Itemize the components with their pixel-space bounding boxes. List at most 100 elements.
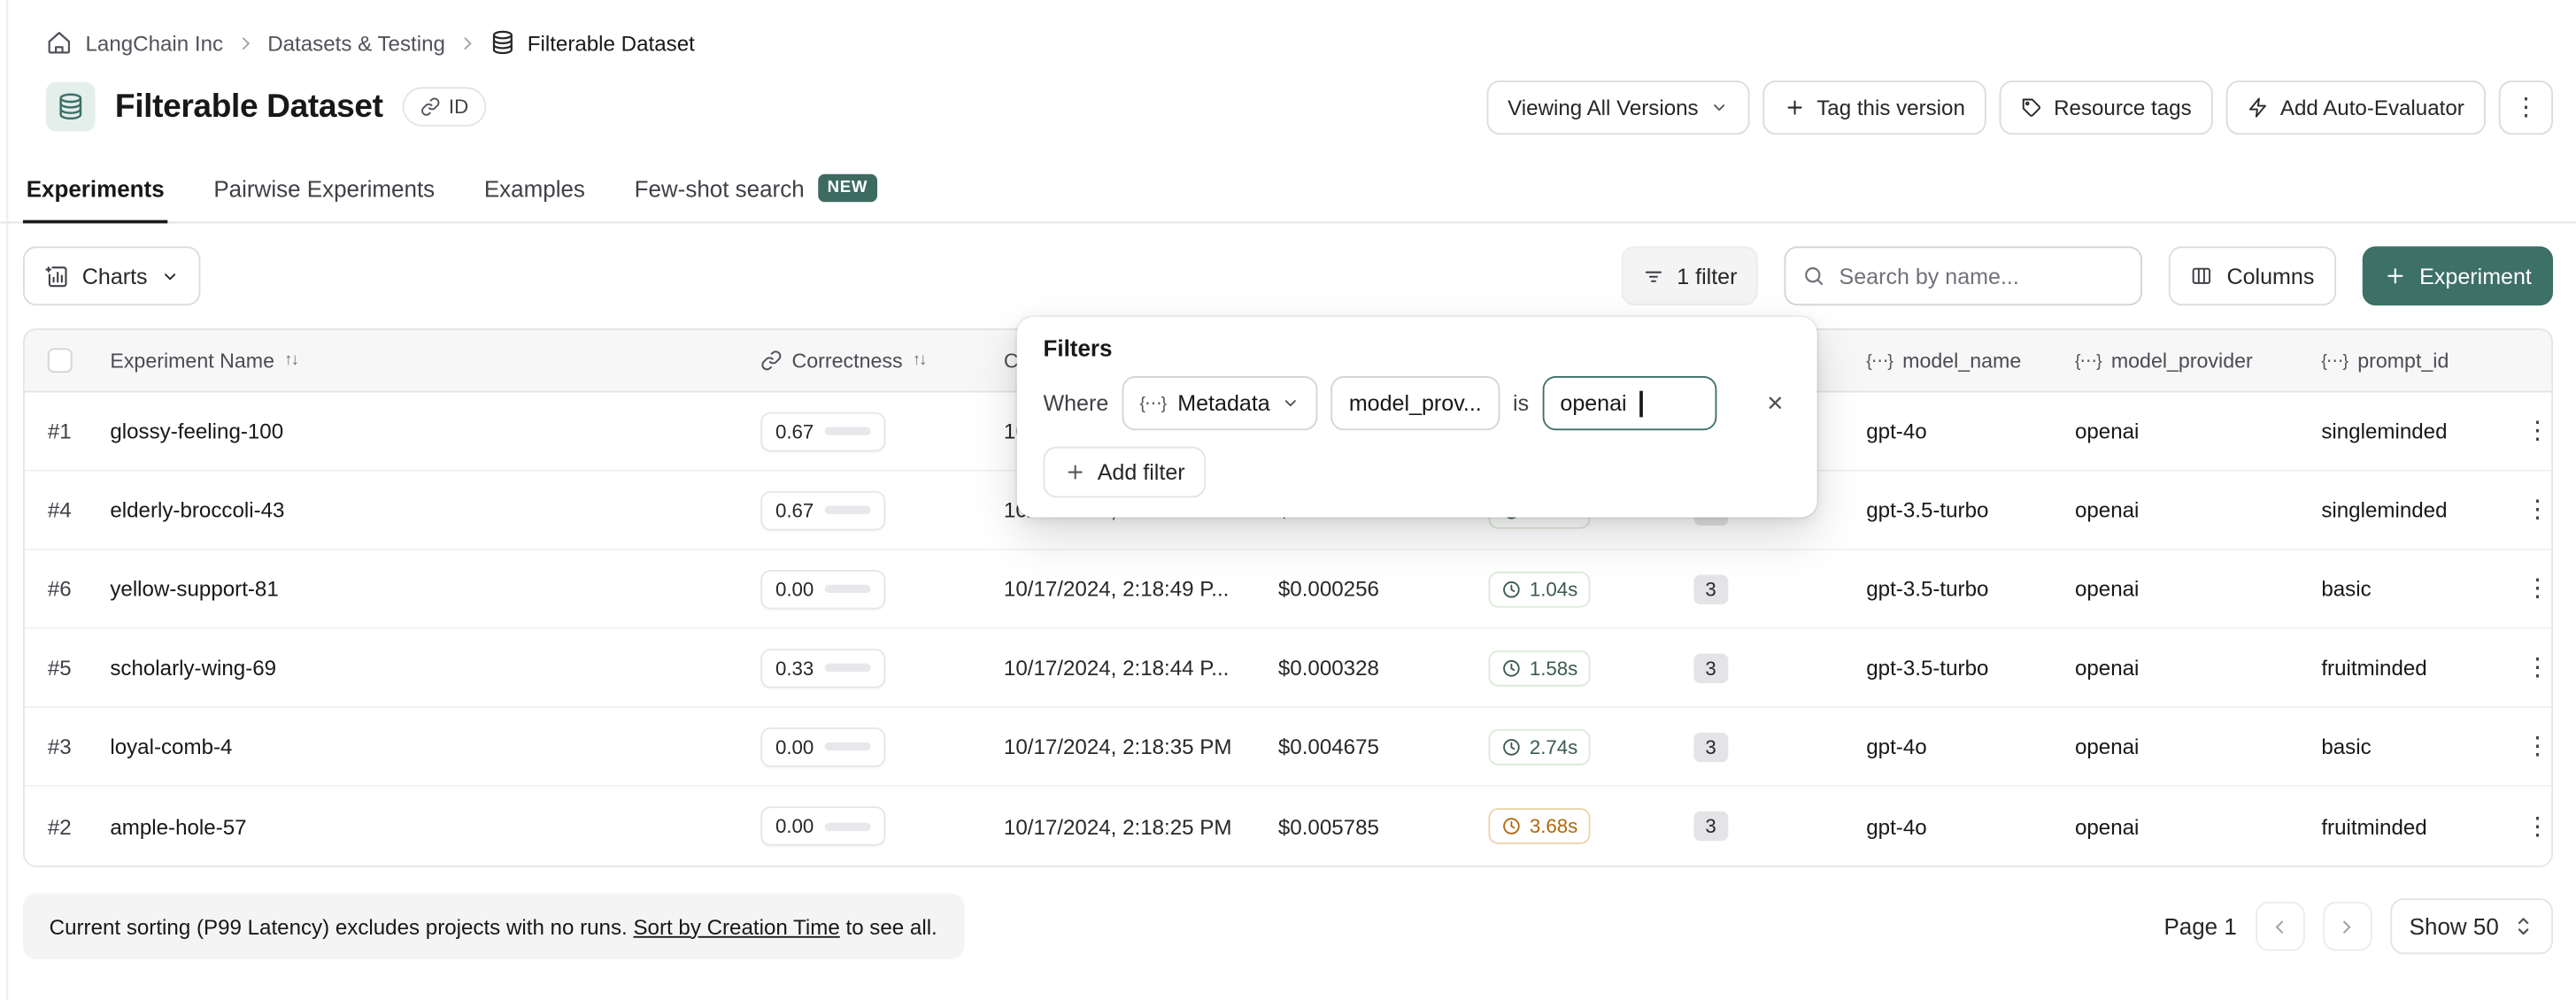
tab-pairwise-experiments[interactable]: Pairwise Experiments [211, 165, 438, 223]
chevron-right-icon [459, 34, 476, 51]
breadcrumb-section[interactable]: Datasets & Testing [267, 30, 445, 55]
tab-experiments[interactable]: Experiments [23, 165, 167, 223]
prompt-id-cell: singleminded [2321, 497, 2525, 522]
filters-popup-title: Filters [1043, 335, 1790, 362]
filters-popup: Filters Where {⋯} Metadata model_prov...… [1017, 317, 1817, 517]
stepper-icon [2513, 915, 2533, 938]
row-menu-button[interactable]: ⋮ [2525, 655, 2551, 680]
toolbar: Charts 1 filter Search by name... Column… [23, 246, 2553, 305]
clock-icon [1501, 579, 1521, 598]
tab-fewshot-search[interactable]: Few-shot search NEW [631, 165, 881, 224]
filter-lines-icon [1642, 265, 1663, 287]
breadcrumb-org[interactable]: LangChain Inc [86, 30, 224, 55]
model-provider-cell: openai [2075, 576, 2321, 601]
table-row[interactable]: #6 yellow-support-81 0.00 10/17/2024, 2:… [25, 550, 2551, 629]
row-menu-button[interactable]: ⋮ [2525, 576, 2551, 601]
row-menu-button[interactable]: ⋮ [2525, 814, 2551, 839]
filter-field-select[interactable]: {⋯} Metadata [1122, 376, 1317, 430]
experiment-name[interactable]: loyal-comb-4 [110, 735, 760, 759]
metadata-braces-icon: {⋯} [2075, 350, 2102, 370]
model-name-cell: gpt-4o [1866, 814, 2075, 839]
filter-button[interactable]: 1 filter [1621, 246, 1758, 305]
add-filter-button[interactable]: Add filter [1043, 447, 1206, 498]
experiment-name[interactable]: yellow-support-81 [110, 576, 760, 601]
correctness-bar [825, 427, 871, 435]
model-name-cell: gpt-3.5-turbo [1866, 497, 2075, 522]
next-page-button[interactable] [2322, 902, 2372, 951]
column-header-correctness[interactable]: Correctness↑↓ [760, 349, 1004, 372]
tag-version-button[interactable]: Tag this version [1762, 80, 1986, 134]
prev-page-button[interactable] [2255, 902, 2304, 951]
chart-icon [44, 264, 69, 288]
column-header-model-provider[interactable]: {⋯}model_provider [2075, 349, 2321, 372]
tab-bar: Experiments Pairwise Experiments Example… [0, 161, 2576, 224]
model-provider-cell: openai [2075, 419, 2321, 443]
charts-button[interactable]: Charts [23, 246, 200, 305]
row-menu-button[interactable]: ⋮ [2525, 419, 2551, 443]
columns-button[interactable]: Columns [2170, 246, 2336, 305]
model-name-cell: gpt-3.5-turbo [1866, 655, 2075, 680]
latency-badge: 3.68s [1488, 808, 1591, 844]
filter-value-input[interactable]: openai [1542, 376, 1716, 430]
sort-by-creation-time-link[interactable]: Sort by Creation Time [633, 914, 839, 939]
start-time: 10/17/2024, 2:18:49 P... [1004, 576, 1278, 601]
run-count-badge: 3 [1693, 812, 1727, 841]
experiment-name[interactable]: elderly-broccoli-43 [110, 497, 760, 522]
resource-tags-button[interactable]: Resource tags [2000, 80, 2213, 134]
remove-filter-button[interactable]: ✕ [1760, 387, 1791, 419]
filter-key-field[interactable]: model_prov... [1330, 376, 1500, 430]
left-divider [6, 0, 8, 1000]
correctness-bar [825, 822, 871, 830]
row-number: #1 [48, 419, 111, 443]
table-row[interactable]: #3 loyal-comb-4 0.00 10/17/2024, 2:18:35… [25, 708, 2551, 787]
chevron-down-icon [1282, 394, 1300, 412]
row-menu-button[interactable]: ⋮ [2525, 497, 2551, 522]
columns-icon [2191, 265, 2214, 288]
operator-label: is [1513, 391, 1529, 416]
metadata-braces-icon: {⋯} [1866, 350, 1893, 370]
latency-badge: 1.58s [1488, 650, 1591, 686]
experiment-name[interactable]: glossy-feeling-100 [110, 419, 760, 443]
total-cost: $0.004675 [1278, 735, 1489, 759]
column-header-prompt-id[interactable]: {⋯}prompt_id [2321, 349, 2525, 372]
column-header-experiment-name[interactable]: Experiment Name↑↓ [110, 349, 760, 372]
correctness-score: 0.67 [760, 412, 886, 451]
correctness-bar [825, 742, 871, 750]
sort-icon[interactable]: ↑↓ [284, 351, 297, 369]
breadcrumb-current[interactable]: Filterable Dataset [490, 29, 695, 56]
table-row[interactable]: #5 scholarly-wing-69 0.33 10/17/2024, 2:… [25, 629, 2551, 708]
tab-examples[interactable]: Examples [481, 165, 589, 223]
prompt-id-cell: singleminded [2321, 419, 2525, 443]
viewing-versions-button[interactable]: Viewing All Versions [1486, 80, 1749, 134]
lightning-icon [2248, 96, 2269, 118]
experiment-name[interactable]: ample-hole-57 [110, 814, 760, 839]
id-badge[interactable]: ID [403, 87, 487, 127]
sort-icon[interactable]: ↑↓ [913, 351, 926, 369]
correctness-bar [825, 585, 871, 593]
correctness-score: 0.00 [760, 569, 886, 609]
search-input[interactable]: Search by name... [1785, 246, 2143, 305]
metadata-braces-icon: {⋯} [2321, 350, 2348, 370]
row-menu-button[interactable]: ⋮ [2525, 735, 2551, 759]
prompt-id-cell: fruitminded [2321, 814, 2525, 839]
latency-badge: 1.04s [1488, 571, 1591, 607]
chevron-down-icon [160, 267, 178, 285]
home-icon[interactable] [46, 29, 73, 56]
total-cost: $0.000328 [1278, 655, 1489, 680]
latency-badge: 2.74s [1488, 728, 1591, 765]
experiment-name[interactable]: scholarly-wing-69 [110, 655, 760, 680]
model-name-cell: gpt-3.5-turbo [1866, 576, 2075, 601]
column-header-model-name[interactable]: {⋯}model_name [1866, 349, 2075, 372]
add-auto-evaluator-button[interactable]: Add Auto-Evaluator [2226, 80, 2486, 134]
tag-icon [2021, 96, 2042, 118]
chevron-right-icon [236, 34, 254, 51]
where-label: Where [1043, 391, 1108, 416]
model-provider-cell: openai [2075, 814, 2321, 839]
dataset-icon [46, 82, 96, 132]
page-size-select[interactable]: Show 50 [2389, 898, 2553, 954]
table-row[interactable]: #2 ample-hole-57 0.00 10/17/2024, 2:18:2… [25, 787, 2551, 865]
select-all-checkbox[interactable] [48, 348, 73, 373]
new-experiment-button[interactable]: Experiment [2362, 246, 2553, 305]
more-options-button[interactable]: ⋮ [2499, 80, 2553, 134]
prompt-id-cell: basic [2321, 735, 2525, 759]
